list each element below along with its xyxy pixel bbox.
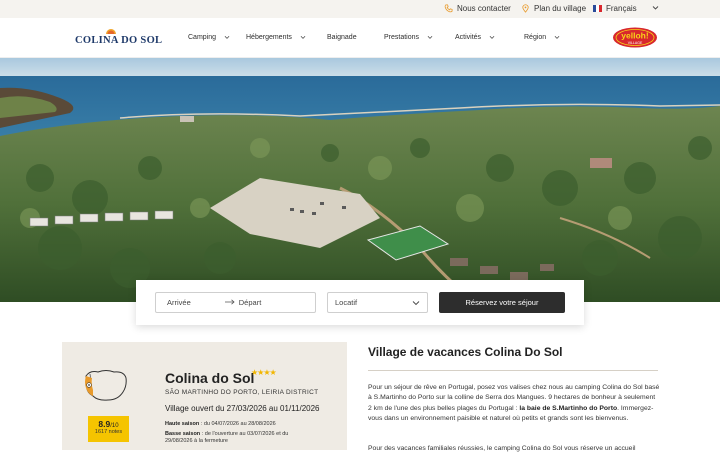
low-season-label: Basse saison [165,431,201,437]
intro-paragraph: Pour un séjour de rêve en Portugal, pose… [368,383,660,425]
logo-text: COLINA DO SOL [75,35,163,46]
high-season: Haute saison : du 04/07/2026 au 28/08/20… [165,421,276,428]
rating-badge: 8.9/10 1617 notes [88,416,129,442]
nav-baignade[interactable]: Baignade [327,34,357,41]
nav-prestations[interactable]: Prestations [384,34,433,41]
arrival-input[interactable]: Arrivée [167,298,191,307]
site-logo[interactable]: COLINA DO SOL [75,26,162,52]
portugal-map-icon [80,366,130,404]
rating-count: 1617 notes [94,429,123,435]
accommodation-type-select[interactable]: Locatif [327,292,428,313]
opening-dates: Village ouvert du 27/03/2026 au 01/11/20… [165,404,320,413]
star-rating: ★★★★ [251,368,277,377]
svg-text:VILLAGE: VILLAGE [628,41,643,45]
language-selector[interactable]: Français [593,4,637,13]
chevron-down-icon [427,35,433,39]
top-bar: Nous contacter Plan du village Français [0,0,720,18]
booking-form: Arrivée Départ Locatif Réservez votre sé… [136,280,584,325]
high-season-value: : du 04/07/2026 au 28/08/2026 [199,421,276,427]
campsite-location: SÃO MARTINHO DO PORTO, LEIRIA DISTRICT [165,389,319,396]
departure-input[interactable]: Départ [239,298,262,307]
contact-link[interactable]: Nous contacter [444,4,511,13]
chevron-down-icon [412,300,420,305]
plan-link[interactable]: Plan du village [521,4,586,13]
hero-aerial-image [0,58,720,302]
rating-score: 8.9 [98,419,111,429]
yelloh-village-logo[interactable]: yelloh! VILLAGE [612,27,658,48]
language-label: Français [606,4,637,13]
plan-label: Plan du village [534,4,587,13]
main-header: COLINA DO SOL Camping Hébergements Baign… [0,18,720,58]
divider [368,370,658,371]
intro-text-highlight: la baie de S.Martinho do Porto [519,404,618,412]
nav-label: Camping [188,34,217,41]
chevron-down-icon [489,35,495,39]
phone-icon [444,4,453,13]
nav-activites[interactable]: Activités [455,34,495,41]
intro-title: Village de vacances Colina Do Sol [368,345,563,359]
nav-label: Baignade [327,34,357,41]
low-season-continued: 29/08/2026 à la fermeture [165,438,228,444]
intro-paragraph-2: Pour des vacances familiales réussies, l… [368,445,636,452]
nav-label: Région [524,34,547,41]
arrow-right-icon [224,298,235,307]
contact-label: Nous contacter [457,4,511,13]
chevron-down-icon [554,35,560,39]
chevron-down-icon[interactable] [652,5,659,11]
chevron-down-icon [300,35,306,39]
nav-region[interactable]: Région [524,34,560,41]
nav-label: Prestations [384,34,420,41]
chevron-down-icon [224,35,230,39]
date-range-field[interactable]: Arrivée Départ [155,292,316,313]
accommodation-type-value: Locatif [335,298,358,307]
high-season-label: Haute saison [165,421,200,427]
low-season: Basse saison : de l'ouverture au 03/07/2… [165,431,288,438]
map-pin-icon [521,4,530,13]
campsite-info-card: 8.9/10 1617 notes Colina do Sol ★★★★ SÃO… [62,342,347,450]
nav-label: Activités [455,34,482,41]
low-season-value: : de l'ouverture au 03/07/2026 et du [200,431,289,437]
nav-label: Hébergements [246,34,292,41]
campsite-name: Colina do Sol [165,370,255,386]
sun-logo-icon [106,29,116,34]
book-stay-button[interactable]: Réservez votre séjour [439,292,565,313]
svg-text:yelloh!: yelloh! [621,31,649,41]
nav-hebergements[interactable]: Hébergements [246,34,306,41]
flag-fr-icon [593,5,602,12]
nav-camping[interactable]: Camping [188,34,230,41]
